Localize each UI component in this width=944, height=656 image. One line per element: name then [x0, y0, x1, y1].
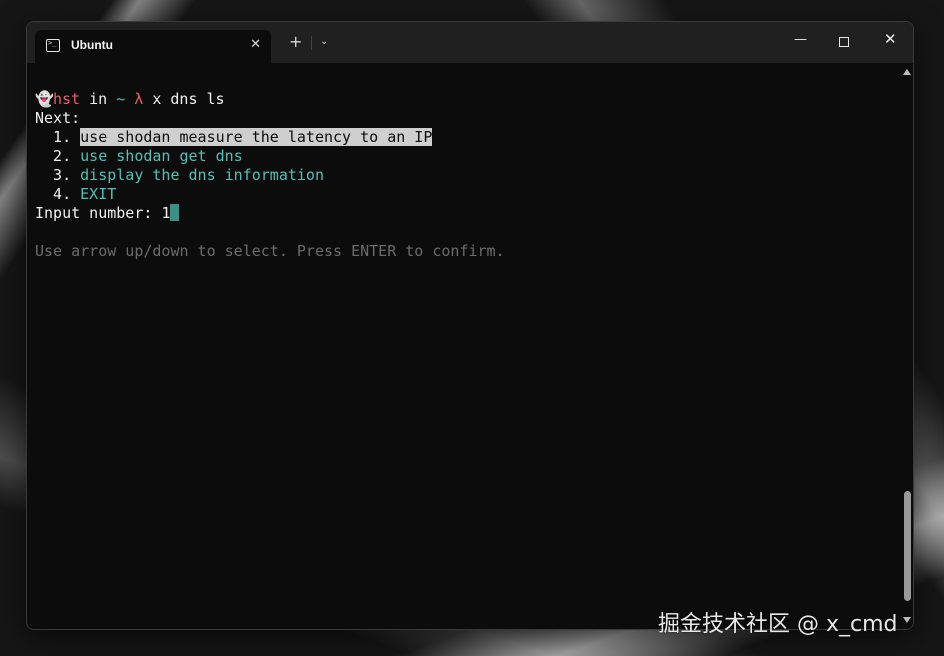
option-label: use shodan get dns	[80, 147, 243, 165]
input-label: Input number:	[35, 204, 162, 222]
prompt-user: hst	[53, 90, 81, 108]
option-number: 3.	[35, 166, 81, 184]
tab-close-icon[interactable]: ✕	[250, 37, 261, 52]
terminal-output[interactable]: 👻hst in ~ λ x dns ls Next: 1. use shodan …	[27, 63, 901, 629]
menu-option-2[interactable]: 2. use shodan get dns	[35, 147, 901, 166]
hint-text: Use arrow up/down to select. Press ENTER…	[35, 242, 505, 260]
menu-option-3[interactable]: 3. display the dns information	[35, 166, 901, 185]
new-tab-button[interactable]: +	[289, 34, 302, 50]
tab-ubuntu[interactable]: Ubuntu ✕	[35, 30, 271, 63]
text-cursor	[170, 204, 180, 221]
option-label: display the dns information	[80, 166, 324, 184]
scroll-down-icon[interactable]	[903, 617, 911, 623]
maximize-button[interactable]	[839, 37, 849, 47]
watermark: 掘金技术社区 @ x_cmd	[658, 612, 898, 637]
option-label: EXIT	[80, 185, 117, 203]
scroll-up-icon[interactable]	[903, 69, 911, 75]
prompt-lambda: λ	[125, 90, 144, 108]
prompt-dir: ~	[116, 90, 126, 108]
ghost-icon: 👻	[35, 90, 54, 108]
tab-title: Ubuntu	[71, 38, 113, 52]
minimize-button[interactable]: —	[794, 33, 807, 46]
prompt-command: x dns ls	[143, 90, 225, 108]
next-label: Next:	[35, 109, 81, 127]
terminal-icon	[46, 39, 60, 52]
vertical-scrollbar[interactable]	[901, 63, 913, 629]
input-line[interactable]: Input number: 1	[35, 204, 901, 223]
close-window-button[interactable]: ✕	[884, 32, 897, 47]
title-bar: Ubuntu ✕ + ⌄ — ✕	[27, 22, 913, 63]
option-number: 1.	[35, 128, 81, 146]
prompt-in: in	[80, 90, 117, 108]
option-number: 4.	[35, 185, 81, 203]
chevron-down-icon[interactable]: ⌄	[320, 36, 328, 47]
menu-option-1[interactable]: 1. use shodan measure the latency to an …	[35, 128, 901, 147]
option-label: use shodan measure the latency to an IP	[80, 128, 433, 146]
scroll-thumb[interactable]	[904, 491, 911, 601]
terminal-window: Ubuntu ✕ + ⌄ — ✕ 👻hst in ~ λ x dns lsNex…	[26, 21, 914, 630]
option-number: 2.	[35, 147, 81, 165]
tab-divider	[311, 36, 312, 50]
prompt-line: 👻hst in ~ λ x dns ls	[35, 90, 901, 109]
input-value: 1	[161, 204, 171, 222]
menu-option-4[interactable]: 4. EXIT	[35, 185, 901, 204]
